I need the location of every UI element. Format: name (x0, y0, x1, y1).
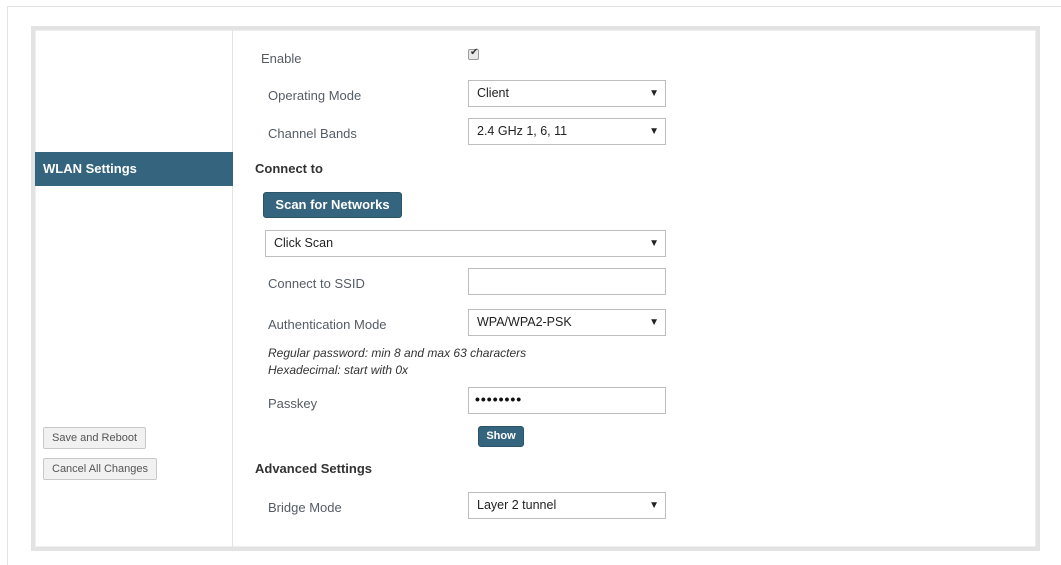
enable-checkbox[interactable] (468, 47, 479, 60)
scan-for-networks-button[interactable]: Scan for Networks (263, 192, 402, 218)
enable-label: Enable (261, 51, 302, 66)
settings-panel: WLAN Settings Save and Reboot Cancel All… (31, 26, 1040, 551)
advanced-settings-heading: Advanced Settings (255, 461, 373, 476)
caret-down-icon: ▼ (649, 317, 659, 328)
wlan-settings-form: Enable Operating Mode Client ▼ Channel B… (233, 30, 1036, 547)
password-requirement-note: Regular password: min 8 and max 63 chara… (268, 346, 527, 360)
caret-down-icon: ▼ (649, 238, 659, 249)
bridge-mode-label: Bridge Mode (268, 500, 342, 515)
bridge-mode-select[interactable]: Layer 2 tunnel ▼ (468, 492, 666, 519)
passkey-label: Passkey (268, 396, 318, 411)
sidebar: WLAN Settings Save and Reboot Cancel All… (35, 30, 233, 547)
operating-mode-value: Client (477, 86, 509, 100)
operating-mode-label: Operating Mode (268, 88, 362, 103)
bridge-mode-value: Layer 2 tunnel (477, 498, 557, 512)
show-passkey-button[interactable]: Show (478, 426, 524, 447)
caret-down-icon: ▼ (649, 88, 659, 99)
save-and-reboot-button[interactable]: Save and Reboot (43, 427, 147, 449)
ssid-input[interactable] (468, 268, 666, 295)
authentication-mode-value: WPA/WPA2-PSK (477, 315, 572, 329)
operating-mode-select[interactable]: Client ▼ (468, 80, 666, 107)
cancel-all-changes-button[interactable]: Cancel All Changes (43, 458, 158, 480)
network-scan-select[interactable]: Click Scan ▼ (265, 230, 666, 257)
connect-to-heading: Connect to (255, 161, 323, 176)
authentication-mode-select[interactable]: WPA/WPA2-PSK ▼ (468, 309, 666, 336)
sidebar-item-wlan-settings[interactable]: WLAN Settings (35, 152, 233, 186)
channel-bands-label: Channel Bands (268, 126, 357, 141)
authentication-mode-label: Authentication Mode (268, 317, 387, 332)
channel-bands-value: 2.4 GHz 1, 6, 11 (477, 124, 568, 138)
caret-down-icon: ▼ (649, 126, 659, 137)
connect-to-ssid-label: Connect to SSID (268, 276, 365, 291)
hexadecimal-note: Hexadecimal: start with 0x (268, 363, 409, 377)
caret-down-icon: ▼ (649, 500, 659, 511)
passkey-input[interactable]: •••••••• (468, 387, 666, 414)
channel-bands-select[interactable]: 2.4 GHz 1, 6, 11 ▼ (468, 118, 666, 145)
passkey-masked-value: •••••••• (475, 391, 523, 407)
network-scan-value: Click Scan (274, 236, 334, 250)
